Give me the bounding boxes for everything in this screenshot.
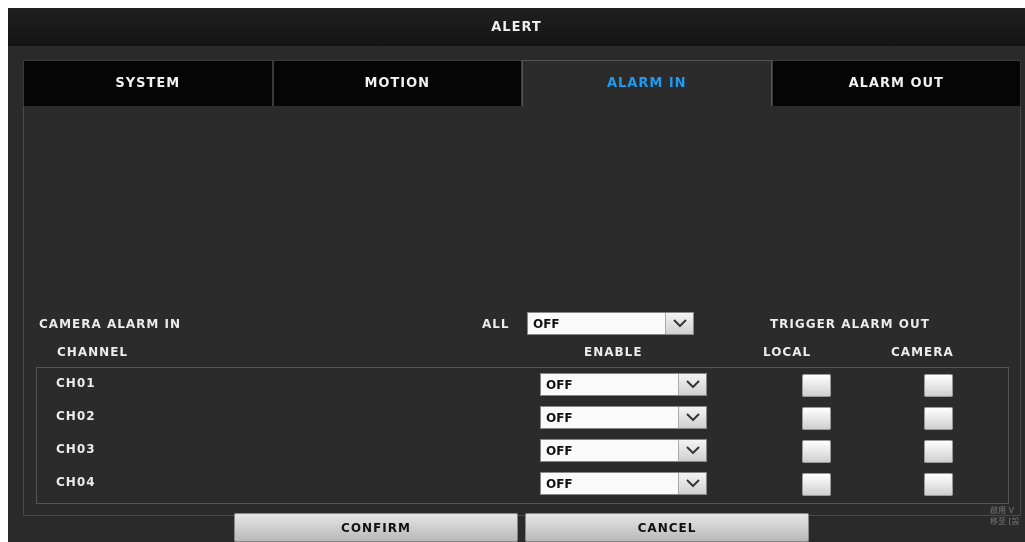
camera-trigger-checkbox[interactable]	[924, 440, 953, 463]
channel-enable-value: OFF	[546, 377, 573, 392]
table-row: CH04 OFF	[37, 467, 1008, 500]
channel-enable-value: OFF	[546, 476, 573, 491]
chevron-down-icon[interactable]	[678, 440, 706, 461]
os-activation-watermark: 啟用 V 移至 [設	[990, 505, 1025, 527]
channel-enable-value: OFF	[546, 410, 573, 425]
local-trigger-checkbox[interactable]	[802, 440, 831, 463]
column-header-channel: CHANNEL	[57, 345, 129, 359]
channel-enable-dropdown[interactable]: OFF	[540, 373, 707, 396]
watermark-line-2: 移至 [設	[990, 517, 1020, 526]
camera-trigger-checkbox[interactable]	[924, 473, 953, 496]
channel-name: CH02	[56, 409, 96, 423]
chevron-down-icon[interactable]	[665, 313, 693, 334]
channel-name: CH03	[56, 442, 96, 456]
confirm-button[interactable]: CONFIRM	[234, 513, 518, 542]
tab-system[interactable]: SYSTEM	[23, 60, 273, 106]
tab-alarm-in[interactable]: ALARM IN	[522, 60, 772, 106]
camera-trigger-checkbox[interactable]	[924, 407, 953, 430]
chevron-down-icon[interactable]	[678, 473, 706, 494]
channel-table: CH01 OFF CH02 OFF CH03 OFF CH04 OFF	[36, 367, 1009, 504]
tab-bar: SYSTEM MOTION ALARM IN ALARM OUT	[23, 60, 1021, 106]
all-enable-dropdown[interactable]: OFF	[527, 312, 694, 335]
alarm-in-panel: CAMERA ALARM IN ALL OFF TRIGGER ALARM OU…	[23, 106, 1021, 516]
local-trigger-checkbox[interactable]	[802, 374, 831, 397]
channel-enable-dropdown[interactable]: OFF	[540, 439, 707, 462]
channel-enable-value: OFF	[546, 443, 573, 458]
watermark-line-1: 啟用 V	[990, 506, 1015, 515]
local-trigger-checkbox[interactable]	[802, 407, 831, 430]
window-title-bar: ALERT	[8, 8, 1025, 46]
channel-enable-dropdown[interactable]: OFF	[540, 472, 707, 495]
table-row: CH03 OFF	[37, 434, 1008, 467]
channel-name: CH04	[56, 475, 96, 489]
table-row: CH02 OFF	[37, 401, 1008, 434]
channel-enable-dropdown[interactable]: OFF	[540, 406, 707, 429]
column-header-camera: CAMERA	[891, 345, 954, 359]
all-label: ALL	[482, 317, 510, 331]
local-trigger-checkbox[interactable]	[802, 473, 831, 496]
tab-alarm-out[interactable]: ALARM OUT	[771, 60, 1021, 106]
tab-motion[interactable]: MOTION	[272, 60, 522, 106]
chevron-down-icon[interactable]	[678, 407, 706, 428]
table-row: CH01 OFF	[37, 368, 1008, 401]
camera-trigger-checkbox[interactable]	[924, 374, 953, 397]
channel-name: CH01	[56, 376, 96, 390]
column-header-enable: ENABLE	[584, 345, 643, 359]
column-header-local: LOCAL	[763, 345, 812, 359]
alert-window: ALERT SYSTEM MOTION ALARM IN ALARM OUT C…	[8, 8, 1025, 542]
chevron-down-icon[interactable]	[678, 374, 706, 395]
trigger-alarm-out-label: TRIGGER ALARM OUT	[770, 317, 930, 331]
all-enable-value: OFF	[533, 316, 560, 331]
camera-alarm-in-label: CAMERA ALARM IN	[39, 317, 182, 331]
window-title: ALERT	[491, 19, 542, 35]
cancel-button[interactable]: CANCEL	[525, 513, 809, 542]
